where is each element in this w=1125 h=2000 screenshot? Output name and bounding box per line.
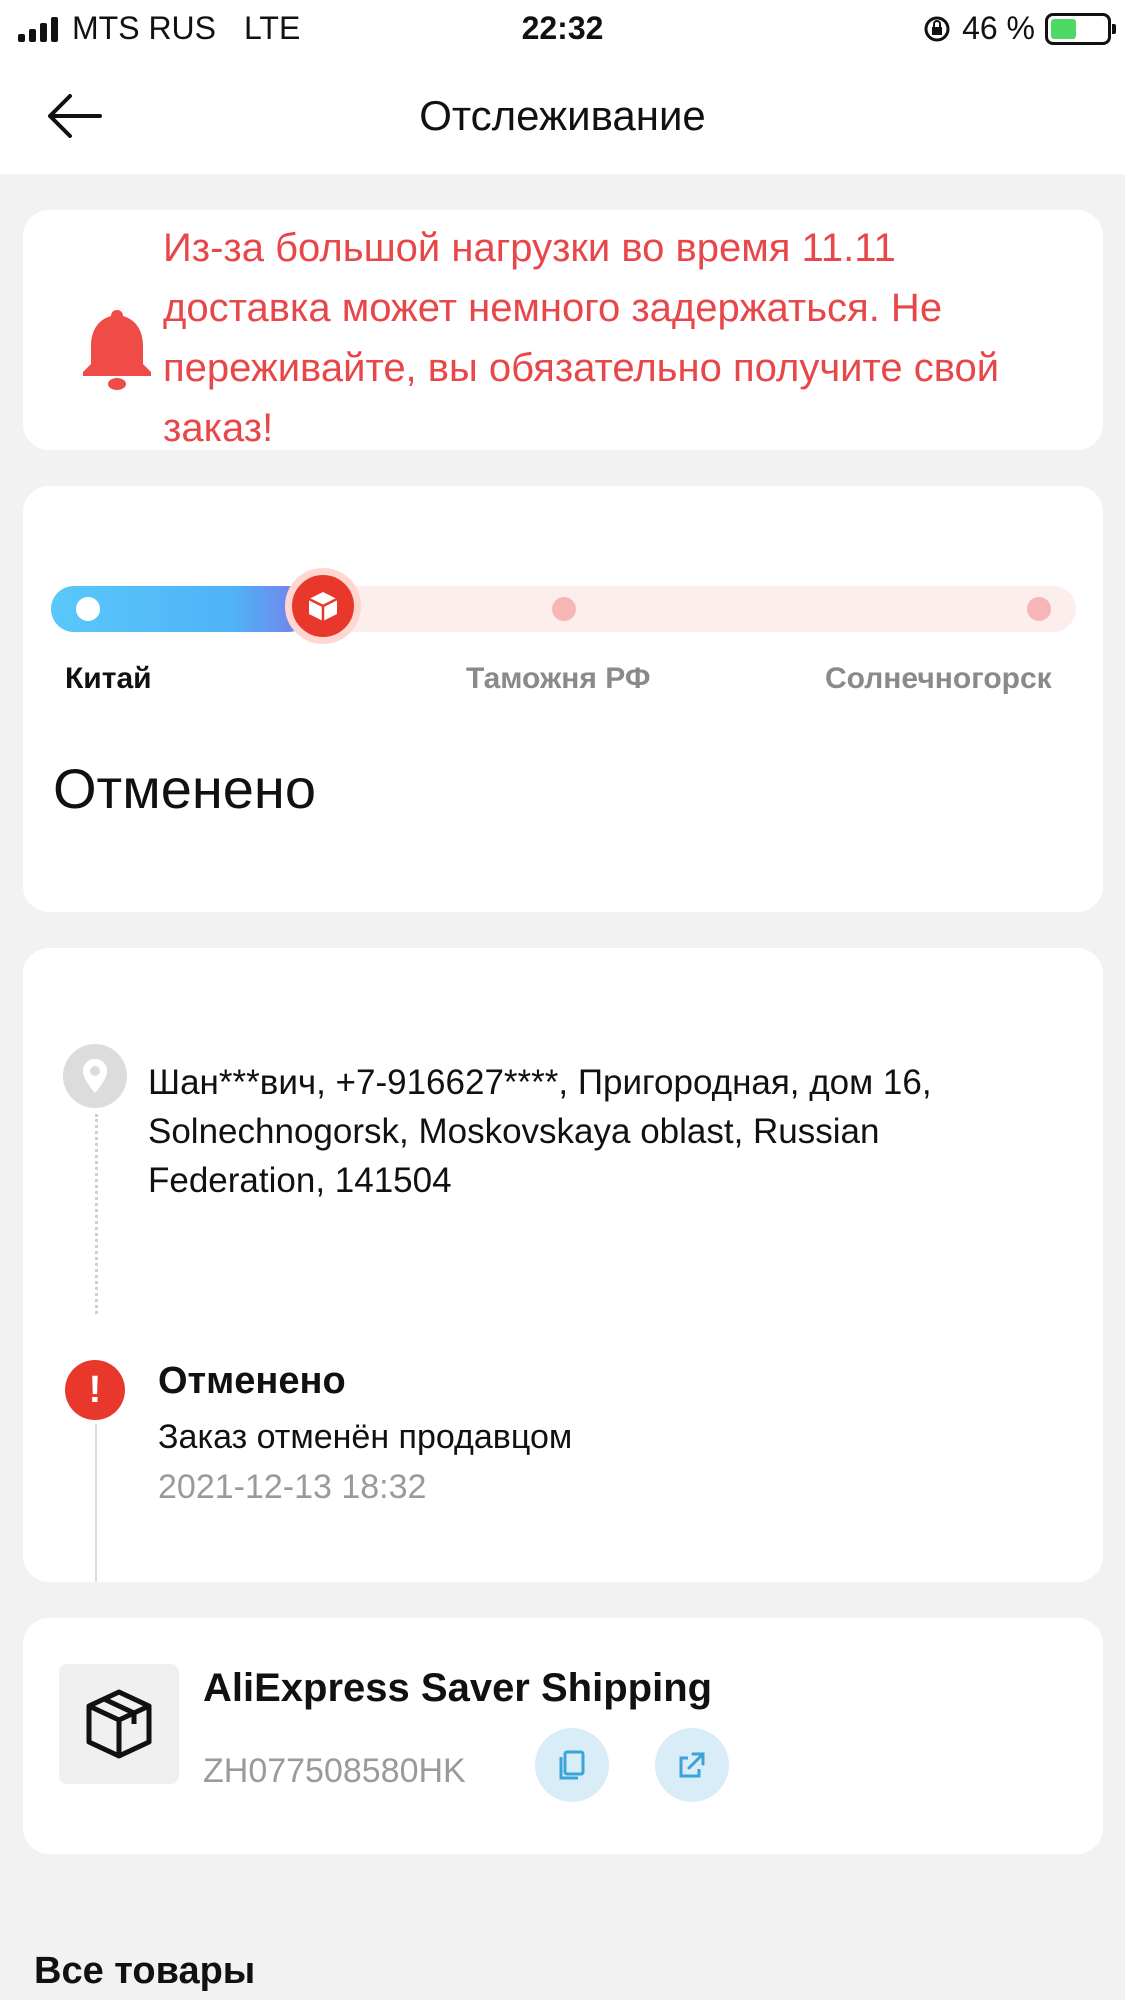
order-status: Отменено [53,757,316,820]
start-dot [76,597,100,621]
tracking-number: ZH077508580HK [203,1752,466,1790]
stage-label-customs: Таможня РФ [466,662,651,695]
page-title: Отслеживание [419,92,706,139]
shipping-info-card: AliExpress Saver Shipping ZH077508580HK [23,1618,1103,1854]
alert-icon: ! [65,1360,125,1420]
delivery-progress-card: Китай Таможня РФ Солнечногорск Отменено [23,486,1103,912]
copy-button[interactable] [535,1728,609,1802]
event-description: Заказ отменён продавцом [158,1418,573,1456]
timeline-connector [95,1114,98,1314]
delivery-address: Шан***вич, +7-916627****, Пригородная, д… [148,1063,932,1200]
event-title: Отменено [158,1360,346,1402]
battery-icon [1045,12,1116,45]
delay-notice-card: Из-за большой нагрузки во время 11.11 до… [23,210,1103,450]
carrier-name: AliExpress Saver Shipping [203,1666,713,1710]
bell-icon [83,310,151,390]
box-icon [59,1664,179,1784]
open-tracking-button[interactable] [655,1728,729,1802]
stage-dot-destination [1027,597,1051,621]
notice-text: Из-за большой нагрузки во время 11.11 до… [163,226,1000,450]
nav-bar: Отслеживание [0,58,1125,174]
event-timestamp: 2021-12-13 18:32 [158,1468,427,1506]
progress-track [51,586,1076,632]
status-right: 46 % [922,10,1116,47]
stage-dot-customs [552,597,576,621]
stage-label-destination: Солнечногорск [825,662,1052,695]
tracking-timeline-card: Шан***вич, +7-916627****, Пригородная, д… [23,948,1103,1582]
copy-icon [559,1750,585,1780]
external-link-icon [679,1752,705,1778]
status-bar: MTS RUS LTE 22:32 46 % [0,0,1125,58]
battery-percent: 46 % [962,10,1035,46]
stage-label-origin: Китай [65,662,152,695]
location-pin-icon [63,1044,127,1108]
current-stage-marker [285,568,361,644]
arrow-left-icon[interactable] [40,88,110,144]
rotation-lock-icon [924,16,950,41]
all-items-heading: Все товары [34,1950,256,1992]
package-icon [308,592,338,621]
timeline-line [95,1424,97,1582]
